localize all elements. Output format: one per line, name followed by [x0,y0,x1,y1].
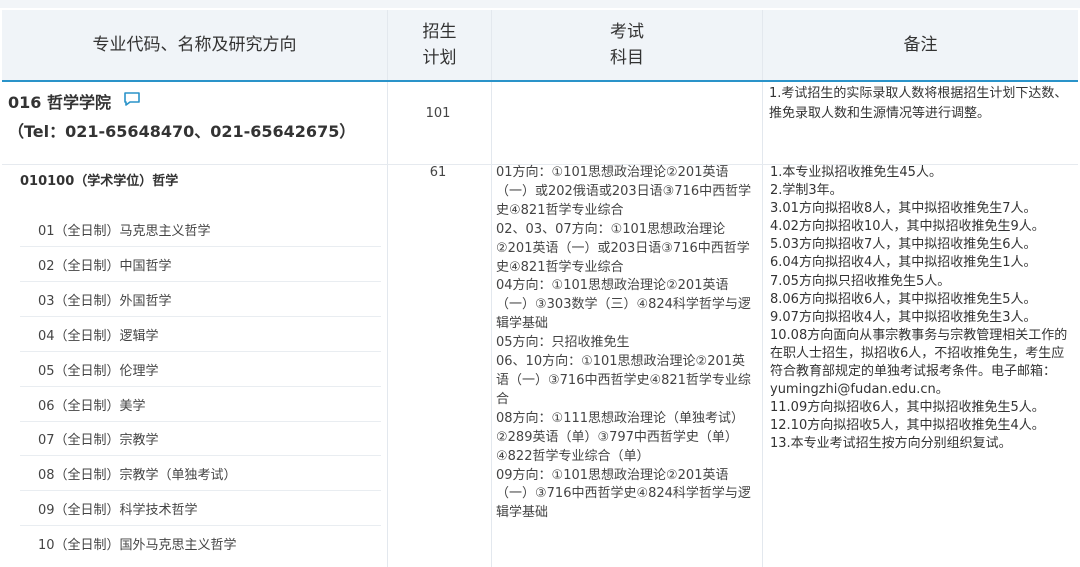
college-tel: （Tel：021-65648470、021-65642675） [8,122,356,141]
exam-entry: 08方向：①111思想政治理论（单独考试）②289英语（单）③797中西哲学史（… [496,410,745,464]
college-plan: 101 [425,106,451,121]
note-entry: 10.08方向面向从事宗教事务与宗教管理相关工作的在职人士招生，拟招收6人，不招… [770,327,1068,398]
header-major: 专业代码、名称及研究方向 [2,10,387,80]
exam-entry: 01方向：①101思想政治理论②201英语（一）或202俄语或203日语③716… [496,165,752,218]
exam-entry: 02、03、07方向：①101思想政治理论②201英语（一）或203日语③716… [496,221,750,275]
header-exam-line2: 科目 [610,48,644,68]
header-divider [387,10,388,80]
note-entry: 5.03方向拟招收7人，其中拟招收推免生6人。 [770,237,1037,253]
direction-item: 04（全日制）逻辑学 [38,328,159,344]
exam-subjects: 01方向：①101思想政治理论②201英语（一）或202俄语或203日语③716… [496,164,758,523]
header-plan: 招生 计划 [388,10,491,80]
note-entry: 12.10方向拟招收5人，其中拟招收推免生4人。 [770,418,1045,434]
college-name: 016 哲学学院 [8,93,111,112]
direction-item: 07（全日制）宗教学 [38,432,159,448]
header-divider [491,10,492,80]
direction-item: 01（全日制）马克思主义哲学 [38,223,211,239]
direction-item: 05（全日制）伦理学 [38,363,159,379]
note-entry: 6.04方向拟招收4人，其中拟招收推免生1人。 [770,255,1037,271]
top-spacer [0,0,1080,8]
exam-entry: 09方向：①101思想政治理论②201英语（一）③716中西哲学史④824科学哲… [496,467,751,521]
exam-entry: 05方向：只招收推免生 [496,335,630,351]
direction-item: 03（全日制）外国哲学 [38,293,172,309]
header-notes-label: 备注 [903,35,938,55]
major-plan: 61 [429,165,447,180]
note-entry: 9.07方向拟招收4人，其中拟招收推免生3人。 [770,309,1037,325]
direction-item: 02（全日制）中国哲学 [38,258,172,274]
direction-item: 09（全日制）科学技术哲学 [38,502,198,518]
note-entry: 1.本专业拟招收推免生45人。 [770,165,942,180]
major-notes: 1.本专业拟招收推免生45人。 2.学制3年。 3.01方向拟招收8人，其中拟招… [770,164,1070,454]
college-note: 1.考试招生的实际录取人数将根据招生计划下达数、推免录取人数和生源情况等进行调整… [769,86,1068,121]
direction-item: 10（全日制）国外马克思主义哲学 [38,537,237,553]
table-header: 专业代码、名称及研究方向 招生 计划 考试 科目 备注 [2,10,1078,82]
major-title: 010100（学术学位）哲学 [20,174,179,189]
direction-item: 06（全日制）美学 [38,398,146,414]
note-entry: 8.06方向拟招收6人，其中拟招收推免生5人。 [770,291,1037,307]
header-major-label: 专业代码、名称及研究方向 [92,35,297,55]
header-exam-line1: 考试 [610,22,644,42]
header-plan-line2: 计划 [422,48,457,68]
exam-entry: 06、10方向：①101思想政治理论②201英语（一）③716中西哲学史④821… [496,354,751,407]
note-entry: 13.本专业考试招生按方向分别组织复试。 [770,436,1012,452]
note-entry: 3.01方向拟招收8人，其中拟招收推免生7人。 [770,201,1037,217]
header-divider [762,10,763,80]
header-notes: 备注 [763,10,1078,80]
note-entry: 4.02方向拟招收10人，其中拟招收推免生9人。 [770,219,1045,235]
note-entry: 7.05方向拟只招收推免生5人。 [770,273,951,289]
note-entry: 2.学制3年。 [770,183,843,199]
exam-entry: 04方向：①101思想政治理论②201英语（一）③303数学（三）④824科学哲… [496,278,751,332]
header-exam: 考试 科目 [492,10,762,80]
column-divider [762,82,763,567]
comment-icon[interactable] [123,91,141,107]
column-divider [387,82,388,567]
direction-item: 08（全日制）宗教学（单独考试） [38,467,237,483]
header-plan-line1: 招生 [422,22,457,42]
note-entry: 11.09方向拟招收6人，其中拟招收推免生5人。 [770,400,1045,416]
column-divider [491,82,492,567]
